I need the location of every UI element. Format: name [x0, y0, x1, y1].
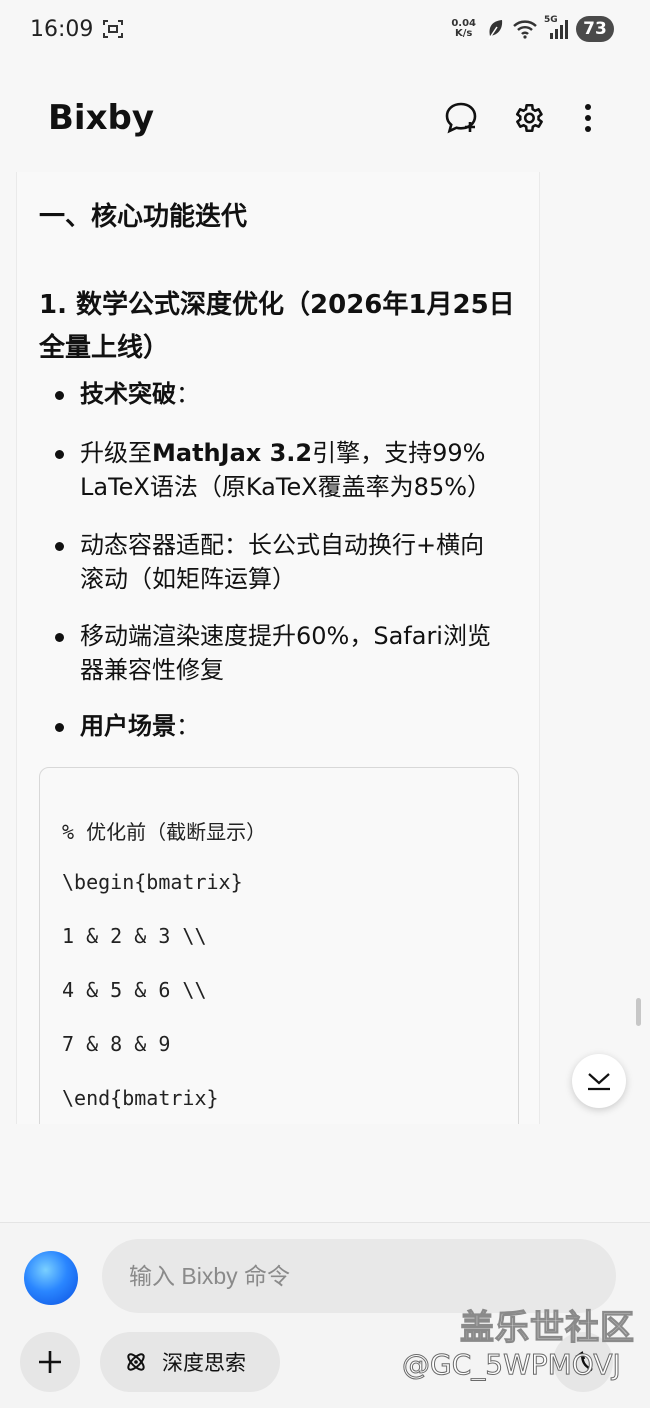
- more-options-button[interactable]: [568, 98, 608, 138]
- deep-think-button[interactable]: 深度思索: [100, 1332, 280, 1392]
- status-bar: 16:09 0.04 K/s 5G 73: [0, 0, 650, 60]
- code-line: \end{bmatrix}: [62, 1086, 219, 1110]
- leaf-icon: [488, 20, 503, 40]
- code-block[interactable]: % 优化前（截断显示） \begin{bmatrix} 1 & 2 & 3 \\…: [39, 767, 519, 1124]
- deep-think-label: 深度思索: [162, 1351, 246, 1375]
- list-item: 动态容器适配：长公式自动换行+横向滚动（如矩阵运算）: [55, 528, 497, 596]
- bullet-bold: 技术突破: [80, 380, 176, 408]
- screenshot-icon: [103, 20, 123, 38]
- scroll-to-bottom-button[interactable]: [572, 1054, 626, 1108]
- response-card: 一、核心功能迭代 1. 数学公式深度优化（2026年1月25日全量上线） 技术突…: [16, 172, 540, 1124]
- bullet-text: 升级至: [80, 439, 152, 467]
- app-title: Bixby: [48, 98, 155, 138]
- bullet-text: 动态容器适配：长公式自动换行+横向滚动（如矩阵运算）: [80, 531, 485, 593]
- bullet-text: ：: [176, 380, 200, 408]
- list-item: 移动端渲染速度提升60%，Safari浏览器兼容性修复: [55, 619, 497, 687]
- more-vertical-icon: [585, 104, 591, 132]
- atom-icon: [127, 1353, 145, 1371]
- feature-subheading: 1. 数学公式深度优化（2026年1月25日全量上线）: [39, 290, 515, 363]
- new-chat-button[interactable]: [441, 98, 481, 138]
- watermark-site: 盖乐世社区: [459, 1307, 635, 1348]
- bullet-bold: MathJax 3.2: [152, 439, 313, 467]
- scrollbar-thumb[interactable]: [636, 998, 641, 1026]
- code-line: % 优化前（截断显示）: [62, 820, 267, 844]
- net-speed: 0.04 K/s: [451, 19, 476, 39]
- add-button[interactable]: [20, 1332, 80, 1392]
- code-line: 4 & 5 & 6 \\: [62, 978, 207, 1002]
- bullet-bold: 用户场景: [80, 712, 176, 740]
- app-header: Bixby: [0, 80, 650, 160]
- list-item: 用户场景：: [55, 709, 497, 743]
- status-time: 16:09: [30, 17, 94, 42]
- code-line: 1 & 2 & 3 \\: [62, 924, 207, 948]
- list-item: 升级至MathJax 3.2引擎，支持99% LaTeX语法（原KaTeX覆盖率…: [55, 436, 497, 504]
- watermark-user: @GC_5WPMOVJ: [402, 1348, 622, 1382]
- plus-icon: [39, 1351, 61, 1373]
- gear-icon: [515, 103, 543, 133]
- section-heading: 一、核心功能迭代: [39, 202, 248, 232]
- wifi-icon: [513, 20, 537, 39]
- cellular-signal-icon: 5G: [544, 15, 570, 41]
- code-line: 7 & 8 & 9: [62, 1032, 171, 1056]
- new-chat-icon: [445, 102, 477, 134]
- scroll-down-icon: [588, 1073, 610, 1091]
- code-line: \begin{bmatrix}: [62, 870, 243, 894]
- net-speed-unit: K/s: [454, 28, 473, 39]
- bullet-text: 移动端渲染速度提升60%，Safari浏览器兼容性修复: [80, 622, 491, 684]
- bixby-orb-icon[interactable]: [24, 1251, 78, 1305]
- battery-indicator: 73: [576, 16, 614, 42]
- bullet-text: ：: [176, 712, 200, 740]
- list-item: 技术突破：: [55, 377, 497, 411]
- settings-button[interactable]: [508, 98, 548, 138]
